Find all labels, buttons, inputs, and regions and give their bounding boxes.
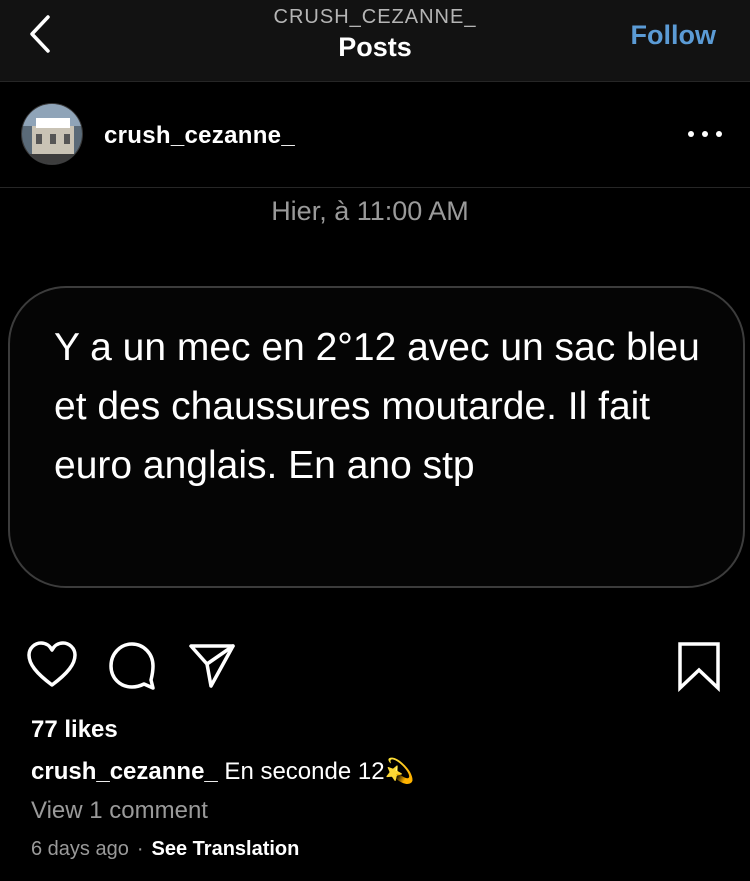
post-age: 6 days ago	[31, 838, 129, 860]
message-timestamp: Hier, à 11:00 AM	[271, 196, 469, 226]
save-button[interactable]	[676, 640, 722, 697]
post-header: crush_cezanne_	[0, 82, 750, 188]
post-footer: 6 days ago · See Translation	[31, 838, 299, 861]
top-bar: CRUSH_CEZANNE_ Posts Follow	[0, 0, 750, 82]
post-username[interactable]: crush_cezanne_	[104, 122, 295, 150]
more-dots-icon	[688, 131, 694, 137]
bookmark-icon	[678, 642, 720, 693]
like-button[interactable]	[26, 640, 78, 695]
send-icon	[189, 644, 235, 688]
footer-separator: ·	[136, 838, 144, 860]
follow-button[interactable]: Follow	[631, 20, 716, 51]
heart-icon	[27, 641, 77, 687]
comment-button[interactable]	[107, 640, 157, 695]
message-bubble: Y a un mec en 2°12 avec un sac bleu et d…	[8, 286, 745, 588]
post-caption: crush_cezanne_ En seconde 12💫	[31, 757, 414, 786]
message-text: Y a un mec en 2°12 avec un sac bleu et d…	[54, 326, 700, 487]
share-button[interactable]	[187, 640, 237, 695]
view-comments-link[interactable]: View 1 comment	[31, 797, 208, 825]
caption-text: En seconde 12💫	[217, 758, 415, 785]
caption-username[interactable]: crush_cezanne_	[31, 758, 218, 785]
avatar[interactable]	[21, 103, 83, 165]
see-translation-link[interactable]: See Translation	[152, 838, 300, 860]
avatar-image	[22, 104, 82, 164]
action-bar	[0, 640, 750, 700]
likes-count[interactable]: 77 likes	[31, 716, 118, 744]
more-options-button[interactable]	[688, 120, 722, 148]
comment-icon	[109, 642, 155, 690]
more-dots-icon	[702, 131, 708, 137]
more-dots-icon	[716, 131, 722, 137]
